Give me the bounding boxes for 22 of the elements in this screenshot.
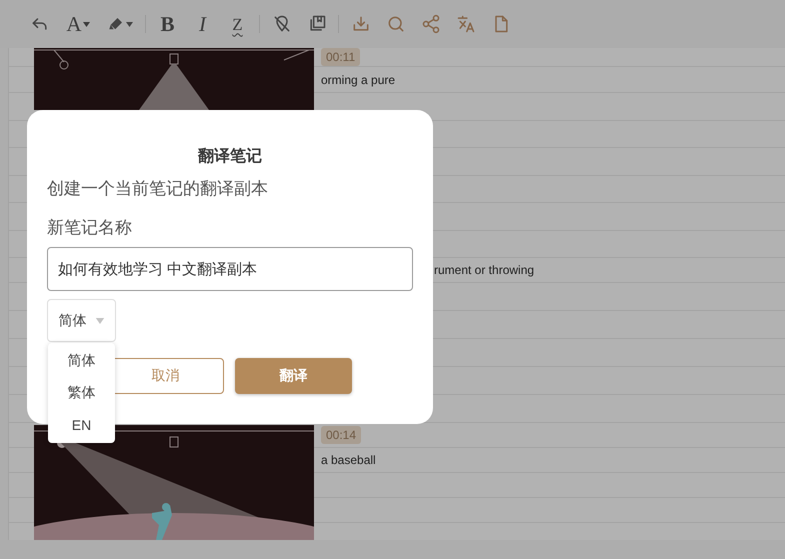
search-icon[interactable] [386,14,406,34]
format-button[interactable]: B [160,14,174,34]
dialog-title: 翻译笔记 [198,146,262,167]
translate-icon[interactable] [456,14,476,34]
timestamp[interactable]: 00:14 [321,426,362,444]
format-button[interactable]: Z [232,16,243,32]
field-label: 新笔记名称 [47,217,133,239]
font-button[interactable]: A [57,14,99,34]
language-select[interactable]: 简体 [47,299,116,342]
note-text: a baseball [321,453,376,467]
share-icon[interactable] [420,14,440,34]
caret-icon[interactable] [82,22,90,26]
crossed-out-pin-icon[interactable] [272,14,292,34]
note-text: orming a pure [321,72,396,86]
note-name-field[interactable]: 如何有效地学习 中文翻译副本 [47,247,413,291]
format-button[interactable]: I [199,14,206,34]
translate-button[interactable]: 翻译 [235,358,352,394]
caret-icon[interactable] [126,22,133,26]
note-text: rument or throwing [434,263,534,277]
dialog-subtitle: 创建一个当前笔记的翻译副本 [47,178,269,200]
dropdown-option[interactable]: EN [48,409,115,441]
timestamp[interactable]: 00:11 [321,48,360,66]
